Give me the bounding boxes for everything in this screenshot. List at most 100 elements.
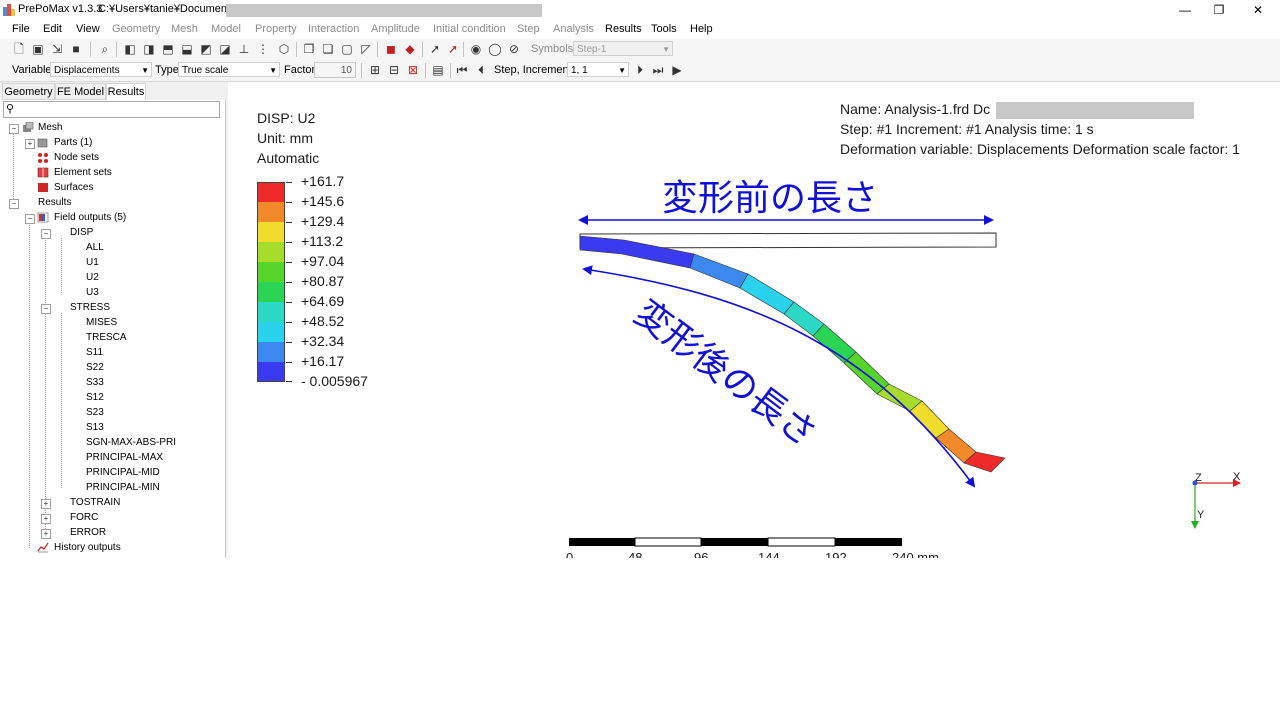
maximize-button[interactable]: ❐ (1207, 2, 1231, 18)
tree-item-surfaces[interactable]: Surfaces (54, 182, 93, 194)
tree-item-history-outputs[interactable]: History outputs (54, 542, 121, 554)
menu-results[interactable]: Results (605, 23, 642, 35)
view-left-icon[interactable]: ◩ (199, 42, 213, 56)
collapse-toggle[interactable]: − (41, 229, 51, 239)
tree-item-node-sets[interactable]: Node sets (54, 152, 99, 164)
collapse-toggle[interactable]: − (9, 124, 19, 134)
tree-item-stress[interactable]: STRESS (70, 302, 110, 314)
menu-file[interactable]: File (12, 23, 30, 35)
expand-toggle[interactable]: + (41, 514, 51, 524)
collapse-toggle[interactable]: − (41, 304, 51, 314)
type-select[interactable]: True scale ▼ (178, 62, 280, 77)
tree-item-stress-principal-max[interactable]: PRINCIPAL-MAX (86, 452, 163, 464)
previous-increment-icon[interactable]: ⏴ (474, 63, 488, 77)
tree-item-disp[interactable]: DISP (70, 227, 93, 239)
undeformed-icon[interactable]: ⊞ (368, 63, 382, 77)
close-button[interactable]: ✕ (1246, 2, 1270, 18)
menu-view[interactable]: View (76, 23, 100, 35)
tree-item-disp-u2[interactable]: U2 (86, 272, 99, 284)
view-top-icon[interactable]: ⬒ (161, 42, 175, 56)
tree-item-forc[interactable]: FORC (70, 512, 98, 524)
factor-input[interactable]: 10 (314, 62, 356, 78)
section-view-icon[interactable]: ◸ (359, 42, 373, 56)
query-icon[interactable]: ➚ (428, 42, 442, 56)
edges-icon[interactable]: ▢ (340, 42, 354, 56)
tree-item-stress-principal-mid[interactable]: PRINCIPAL-MID (86, 467, 160, 479)
hide-eye-icon[interactable]: ⊘ (507, 42, 521, 56)
tree-item-stress-s12[interactable]: S12 (86, 392, 104, 404)
tree-item-disp-u1[interactable]: U1 (86, 257, 99, 269)
save-icon[interactable]: ■ (69, 42, 83, 56)
import-icon[interactable]: ⇲ (50, 42, 64, 56)
clear-query-icon[interactable]: ➚ (446, 42, 460, 56)
tab-results[interactable]: Results (106, 83, 146, 100)
shaded-icon[interactable]: ❐ (302, 42, 316, 56)
hide-all-icon[interactable]: ◯ (488, 42, 502, 56)
view-back-icon[interactable]: ◨ (142, 42, 156, 56)
deformed-icon[interactable]: ⊟ (387, 63, 401, 77)
tree-item-element-sets[interactable]: Element sets (54, 167, 112, 179)
tree-item-disp-u3[interactable]: U3 (86, 287, 99, 299)
tree-item-error[interactable]: ERROR (70, 527, 106, 539)
variable-select[interactable]: Displacements ▼ (50, 62, 152, 77)
color-contours-icon[interactable]: ⊠ (406, 63, 420, 77)
step-increment-select[interactable]: 1, 1 ▼ (567, 62, 629, 77)
menu-initial-condition[interactable]: Initial condition (433, 23, 506, 35)
symbols-step-select[interactable]: Step-1 ▼ (573, 41, 673, 56)
open-file-icon[interactable]: ▣ (31, 42, 45, 56)
collapse-toggle[interactable]: − (9, 199, 19, 209)
hide-icon[interactable]: ◼ (384, 42, 398, 56)
menu-edit[interactable]: Edit (43, 23, 62, 35)
tab-fe-model[interactable]: FE Model (55, 83, 106, 100)
tree-item-results[interactable]: Results (38, 197, 71, 209)
tree-item-stress-mises[interactable]: MISES (86, 317, 117, 329)
view-bottom-icon[interactable]: ⬓ (180, 42, 194, 56)
view-front-icon[interactable]: ◧ (123, 42, 137, 56)
isometric-view-icon[interactable]: ⬡ (277, 42, 291, 56)
menu-mesh[interactable]: Mesh (171, 23, 198, 35)
minimize-button[interactable]: — (1173, 2, 1197, 18)
menu-amplitude[interactable]: Amplitude (371, 23, 420, 35)
new-file-icon[interactable]: 🗋 (12, 42, 26, 56)
3d-viewport[interactable]: DISP: U2 Unit: mm Automatic +161.7 +145.… (228, 82, 1280, 558)
tree-item-field-outputs[interactable]: Field outputs (5) (54, 212, 126, 224)
expand-toggle[interactable]: + (25, 139, 35, 149)
expand-toggle[interactable]: + (41, 499, 51, 509)
wireframe-icon[interactable]: ❏ (321, 42, 335, 56)
tree-item-stress-sgn-max-abs-pri[interactable]: SGN-MAX-ABS-PRI (86, 437, 176, 449)
tree-item-stress-s33[interactable]: S33 (86, 377, 104, 389)
next-increment-icon[interactable]: ⏵ (633, 63, 647, 77)
menu-model[interactable]: Model (211, 23, 241, 35)
tree-item-stress-s23[interactable]: S23 (86, 407, 104, 419)
animate-icon[interactable]: ▤ (431, 63, 445, 77)
first-increment-icon[interactable]: ⏮ (455, 63, 469, 77)
last-increment-icon[interactable]: ⏭ (651, 63, 665, 77)
view-right-icon[interactable]: ◪ (218, 42, 232, 56)
tree-item-stress-tresca[interactable]: TRESCA (86, 332, 127, 344)
menu-property[interactable]: Property (255, 23, 297, 35)
collapse-toggle[interactable]: − (25, 214, 35, 224)
menu-tools[interactable]: Tools (651, 23, 677, 35)
menu-analysis[interactable]: Analysis (553, 23, 594, 35)
expand-toggle[interactable]: + (41, 529, 51, 539)
menu-step[interactable]: Step (517, 23, 540, 35)
tree-item-parts[interactable]: Parts (1) (54, 137, 92, 149)
play-icon[interactable]: ▶ (670, 63, 684, 77)
menu-interaction[interactable]: Interaction (308, 23, 359, 35)
menu-geometry[interactable]: Geometry (112, 23, 160, 35)
tree-item-stress-s13[interactable]: S13 (86, 422, 104, 434)
show-icon[interactable]: ◆ (403, 42, 417, 56)
tree-item-stress-principal-min[interactable]: PRINCIPAL-MIN (86, 482, 160, 494)
zoom-icon[interactable]: ⌕ (98, 42, 112, 56)
more-views-icon[interactable]: ⋮ (256, 42, 270, 56)
show-all-icon[interactable]: ◉ (469, 42, 483, 56)
tab-geometry[interactable]: Geometry (2, 83, 55, 100)
menu-help[interactable]: Help (690, 23, 713, 35)
view-normal-icon[interactable]: ⊥ (237, 42, 251, 56)
tree-item-stress-s11[interactable]: S11 (86, 347, 103, 359)
tree-item-stress-s22[interactable]: S22 (86, 362, 104, 374)
tree-item-disp-all[interactable]: ALL (86, 242, 104, 254)
tree-item-tostrain[interactable]: TOSTRAIN (70, 497, 120, 509)
tree-search-input[interactable]: ⚲ (3, 101, 220, 118)
tree-item-mesh[interactable]: Mesh (38, 122, 62, 134)
